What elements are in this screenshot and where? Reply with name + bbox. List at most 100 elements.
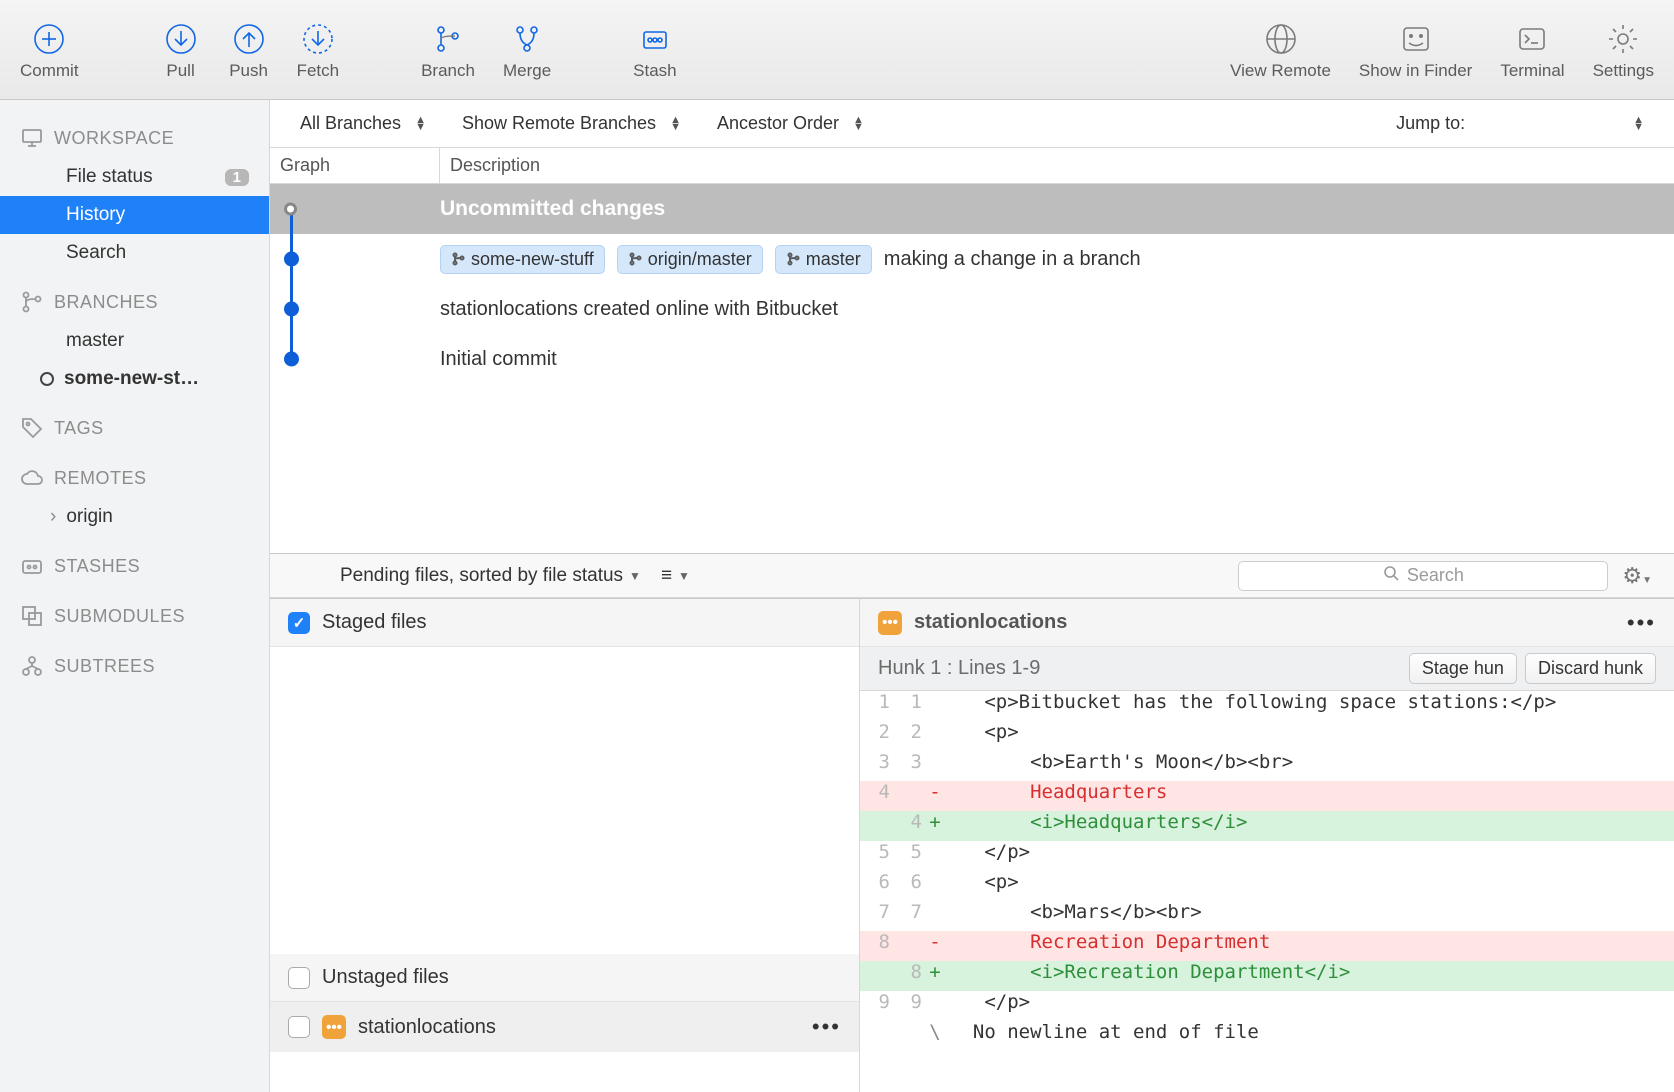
- diff-line[interactable]: 11 <p>Bitbucket has the following space …: [860, 691, 1674, 721]
- diff-content[interactable]: 11 <p>Bitbucket has the following space …: [860, 691, 1674, 1092]
- diff-code: Recreation Department: [946, 931, 1674, 961]
- subtrees-title: SUBTREES: [54, 656, 155, 677]
- diff-line[interactable]: 4- Headquarters: [860, 781, 1674, 811]
- column-description[interactable]: Description: [440, 155, 1674, 176]
- sidebar-item-search[interactable]: Search: [0, 234, 269, 272]
- stashes-icon: [20, 554, 44, 578]
- file-checkbox[interactable]: [288, 1016, 310, 1038]
- line-number-old: 1: [860, 691, 892, 721]
- line-number-old: 8: [860, 931, 892, 961]
- line-number-new: 6: [892, 871, 924, 901]
- diff-line[interactable]: 8- Recreation Department: [860, 931, 1674, 961]
- file-name: stationlocations: [358, 1016, 496, 1039]
- sidebar-header-tags[interactable]: TAGS: [0, 408, 269, 448]
- filter-ancestor-order[interactable]: Ancestor Order ▲▼: [717, 113, 864, 134]
- diff-line[interactable]: 99 </p>: [860, 991, 1674, 1021]
- sidebar-header-submodules[interactable]: SUBMODULES: [0, 596, 269, 636]
- line-number-old: 9: [860, 991, 892, 1021]
- diff-file-header: ••• stationlocations •••: [860, 599, 1674, 647]
- diff-line[interactable]: \ No newline at end of file: [860, 1021, 1674, 1051]
- diff-actions-button[interactable]: •••: [1627, 610, 1656, 636]
- cloud-icon: [20, 466, 44, 490]
- sidebar-header-branches[interactable]: BRANCHES: [0, 282, 269, 322]
- merge-button[interactable]: Merge: [497, 15, 557, 85]
- sidebar-header-workspace[interactable]: WORKSPACE: [0, 118, 269, 158]
- diff-line[interactable]: 33 <b>Earth's Moon</b><br>: [860, 751, 1674, 781]
- diff-marker: -: [924, 781, 946, 811]
- diff-line[interactable]: 77 <b>Mars</b><br>: [860, 901, 1674, 931]
- diff-line[interactable]: 55 </p>: [860, 841, 1674, 871]
- sidebar-branch-some-new[interactable]: some-new-st…: [0, 360, 269, 398]
- branch-tag[interactable]: some-new-stuff: [440, 245, 605, 274]
- diff-line[interactable]: 66 <p>: [860, 871, 1674, 901]
- diff-line[interactable]: 8+ <i>Recreation Department</i>: [860, 961, 1674, 991]
- hunk-header: Hunk 1 : Lines 1-9 Stage hun Discard hun…: [860, 647, 1674, 691]
- diff-line[interactable]: 4+ <i>Headquarters</i>: [860, 811, 1674, 841]
- view-mode-dropdown[interactable]: ≡ ▼: [661, 565, 690, 587]
- tag-icon: [20, 416, 44, 440]
- sidebar-remote-origin[interactable]: › origin: [0, 498, 269, 536]
- fetch-button[interactable]: Fetch: [291, 15, 346, 85]
- line-number-new: 2: [892, 721, 924, 751]
- chevron-right-icon: ›: [50, 506, 56, 528]
- show-in-finder-button[interactable]: Show in Finder: [1353, 15, 1478, 85]
- commit-row[interactable]: some-new-stuff origin/master master maki…: [270, 234, 1674, 284]
- file-actions-button[interactable]: •••: [812, 1014, 841, 1040]
- branch-tag[interactable]: origin/master: [617, 245, 763, 274]
- diff-code: </p>: [946, 991, 1674, 1021]
- merge-label: Merge: [503, 61, 551, 81]
- stash-icon: [635, 19, 675, 59]
- bottom-panes: ✓ Staged files Unstaged files ••• statio…: [270, 598, 1674, 1092]
- updown-icon: ▲▼: [853, 117, 864, 131]
- settings-gear-button[interactable]: ⚙︎▼: [1622, 563, 1652, 589]
- search-label: Search: [66, 242, 126, 264]
- remote-origin-label: origin: [66, 506, 112, 528]
- updown-icon: ▲▼: [1633, 117, 1644, 131]
- filter-ancestor-label: Ancestor Order: [717, 113, 839, 134]
- commit-row[interactable]: stationlocations created online with Bit…: [270, 284, 1674, 334]
- commit-message: Initial commit: [440, 348, 557, 371]
- submodules-icon: [20, 604, 44, 628]
- terminal-button[interactable]: Terminal: [1494, 15, 1570, 85]
- sidebar-header-subtrees[interactable]: SUBTREES: [0, 646, 269, 686]
- commit-row[interactable]: Initial commit: [270, 334, 1674, 384]
- unstaged-checkbox[interactable]: [288, 967, 310, 989]
- unstaged-file-item[interactable]: ••• stationlocations •••: [270, 1002, 859, 1052]
- sidebar-branch-master[interactable]: master: [0, 322, 269, 360]
- content-area: All Branches ▲▼ Show Remote Branches ▲▼ …: [270, 100, 1674, 1092]
- branch-tag-label: master: [806, 249, 861, 270]
- commit-row-uncommitted[interactable]: Uncommitted changes: [270, 184, 1674, 234]
- current-branch-indicator-icon: [40, 372, 54, 386]
- submodules-title: SUBMODULES: [54, 606, 185, 627]
- branch-tag[interactable]: master: [775, 245, 872, 274]
- fetch-label: Fetch: [297, 61, 340, 81]
- line-number-new: 3: [892, 751, 924, 781]
- sidebar-header-remotes[interactable]: REMOTES: [0, 458, 269, 498]
- diff-marker: \: [924, 1021, 946, 1051]
- modified-file-icon: •••: [878, 611, 902, 635]
- column-graph[interactable]: Graph: [270, 148, 440, 183]
- push-button[interactable]: Push: [223, 15, 275, 85]
- line-number-new: 8: [892, 961, 924, 991]
- diff-code: <p>: [946, 871, 1674, 901]
- stage-hunk-button[interactable]: Stage hun: [1409, 653, 1517, 684]
- view-remote-button[interactable]: View Remote: [1224, 15, 1337, 85]
- stash-button[interactable]: Stash: [627, 15, 682, 85]
- filter-bar: All Branches ▲▼ Show Remote Branches ▲▼ …: [270, 100, 1674, 148]
- line-number-new: 1: [892, 691, 924, 721]
- pull-button[interactable]: Pull: [155, 15, 207, 85]
- filter-show-remote[interactable]: Show Remote Branches ▲▼: [462, 113, 681, 134]
- search-input[interactable]: Search: [1238, 561, 1608, 591]
- staged-checkbox[interactable]: ✓: [288, 612, 310, 634]
- commit-button[interactable]: Commit: [14, 15, 85, 85]
- sidebar-item-file-status[interactable]: File status 1: [0, 158, 269, 196]
- jump-to-select[interactable]: Jump to: ▲▼: [1396, 113, 1644, 134]
- filter-all-branches[interactable]: All Branches ▲▼: [300, 113, 426, 134]
- sidebar-header-stashes[interactable]: STASHES: [0, 546, 269, 586]
- branch-button[interactable]: Branch: [415, 15, 481, 85]
- diff-line[interactable]: 22 <p>: [860, 721, 1674, 751]
- sidebar-item-history[interactable]: History: [0, 196, 269, 234]
- pending-sort-dropdown[interactable]: Pending files, sorted by file status ▼: [340, 565, 641, 587]
- settings-button[interactable]: Settings: [1587, 15, 1660, 85]
- discard-hunk-button[interactable]: Discard hunk: [1525, 653, 1656, 684]
